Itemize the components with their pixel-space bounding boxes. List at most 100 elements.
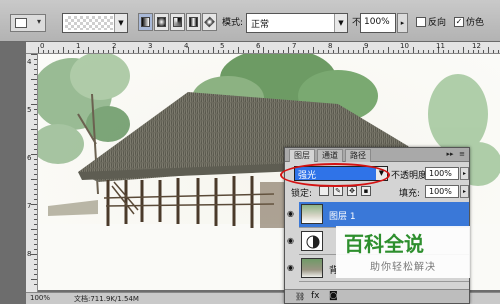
chevron-down-icon[interactable]: ▼: [114, 14, 127, 32]
baike-logo: 百科全说: [344, 232, 424, 254]
fill-arrow-button[interactable]: ▸: [460, 185, 469, 198]
angle-gradient-button[interactable]: [170, 13, 185, 31]
ruler-tick: [34, 74, 37, 75]
ruler-tick: [448, 50, 449, 53]
collapse-icon[interactable]: ▸▸: [445, 150, 455, 159]
ruler-tick: [243, 50, 244, 53]
visibility-eye-icon[interactable]: ◉: [287, 237, 297, 245]
ruler-tick: [163, 47, 164, 53]
ruler-tick: [253, 50, 254, 53]
reverse-checkbox[interactable]: [416, 17, 426, 27]
ruler-tick: [368, 50, 369, 53]
ruler-tick: [308, 50, 309, 53]
tab-layers[interactable]: 图层: [289, 149, 315, 162]
ruler-tick: [34, 249, 37, 250]
radial-gradient-icon: [157, 17, 166, 27]
ruler-tick: [263, 47, 264, 53]
ruler-tick: [213, 47, 214, 53]
fill-label: 填充:: [399, 189, 421, 199]
dither-checkbox[interactable]: ✓: [454, 17, 464, 27]
opacity-arrow-button[interactable]: ▸: [397, 13, 408, 33]
panel-menu-icon[interactable]: ≡: [457, 150, 467, 159]
ruler-number: 5: [27, 106, 32, 114]
layer-style-icon[interactable]: fx: [311, 291, 320, 301]
ruler-tick: [463, 47, 464, 53]
ruler-tick: [34, 194, 37, 195]
ruler-tick: [143, 50, 144, 53]
watermark: 百科全说 助你轻松解决: [336, 226, 470, 278]
ruler-tick: [348, 50, 349, 53]
mode-select[interactable]: 正常 ▼: [246, 13, 348, 33]
linear-gradient-button[interactable]: [138, 13, 153, 31]
ruler-tick: [153, 50, 154, 53]
diamond-gradient-button[interactable]: [202, 13, 217, 31]
ruler-tick: [34, 134, 37, 135]
ruler-tick: [34, 264, 37, 265]
tool-preset-picker[interactable]: ▾: [10, 14, 46, 32]
ruler-tick: [248, 50, 249, 53]
add-mask-icon[interactable]: ◙: [329, 291, 338, 301]
link-layers-icon[interactable]: ⛓: [295, 292, 305, 301]
vertical-ruler: 4 5 6 7 8: [26, 54, 38, 292]
layer-row[interactable]: ◉ 图层 1: [287, 202, 469, 228]
reflected-gradient-icon: [189, 17, 198, 27]
ruler-tick: [38, 47, 39, 53]
ruler-tick: [473, 50, 474, 53]
ruler-tick: [83, 50, 84, 53]
ruler-tick: [34, 269, 37, 270]
ruler-tick: [123, 50, 124, 53]
gradient-picker[interactable]: ▼: [62, 13, 128, 33]
ruler-tick: [298, 50, 299, 53]
ruler-tick: [31, 254, 37, 255]
ruler-tick: [453, 50, 454, 53]
ruler-tick: [34, 259, 37, 260]
dither-label: 仿色: [466, 18, 485, 28]
layer-opacity-input[interactable]: 100%: [425, 167, 459, 180]
ruler-tick: [34, 214, 37, 215]
ruler-tick: [34, 144, 37, 145]
ruler-tick: [31, 179, 37, 180]
ruler-tick: [283, 50, 284, 53]
ruler-tick: [413, 47, 414, 53]
lock-paint-icon[interactable]: ✎: [333, 186, 343, 196]
ruler-number: 10: [400, 42, 409, 50]
ruler-tick: [148, 50, 149, 53]
ruler-tick: [34, 109, 37, 110]
visibility-eye-icon[interactable]: ◉: [287, 264, 297, 272]
fill-input[interactable]: 100%: [425, 185, 459, 198]
ruler-tick: [488, 47, 489, 53]
ruler-tick: [383, 50, 384, 53]
watermark-subtitle: 助你轻松解决: [370, 262, 436, 273]
tab-channels[interactable]: 通道: [317, 149, 343, 162]
ruler-tick: [498, 50, 499, 53]
ruler-tick: [393, 50, 394, 53]
ruler-tick: [198, 50, 199, 53]
ruler-tick: [93, 50, 94, 53]
ruler-tick: [398, 50, 399, 53]
ruler-tick: [293, 50, 294, 53]
reflected-gradient-button[interactable]: [186, 13, 201, 31]
tab-paths[interactable]: 路径: [345, 149, 371, 162]
ruler-tick: [178, 50, 179, 53]
opacity-input[interactable]: 100%: [360, 13, 396, 33]
options-bar: ▾ ▼ 模式: 正常 ▼ 不透明度: 100% ▸ 反向 ✓ 仿色: [0, 0, 500, 42]
ruler-tick: [403, 50, 404, 53]
ruler-tick: [218, 50, 219, 53]
ruler-tick: [168, 50, 169, 53]
ruler-tick: [34, 189, 37, 190]
radial-gradient-button[interactable]: [154, 13, 169, 31]
lock-all-icon[interactable]: ▪: [361, 186, 371, 196]
ruler-number: 3: [148, 42, 153, 50]
visibility-eye-icon[interactable]: ◉: [287, 210, 297, 218]
horizontal-ruler: 0 1 2 3 4 5 6 7 8 9 10 11 12: [26, 42, 500, 54]
linear-gradient-icon: [141, 17, 150, 27]
ruler-tick: [73, 50, 74, 53]
zoom-level[interactable]: 100%: [30, 294, 50, 302]
ruler-tick: [373, 50, 374, 53]
ruler-tick: [458, 50, 459, 53]
chevron-down-icon: ▼: [334, 14, 347, 32]
opacity-arrow-button[interactable]: ▸: [460, 167, 469, 180]
gradient-tool-icon: [15, 18, 27, 28]
lock-transparency-icon[interactable]: [319, 186, 329, 196]
lock-move-icon[interactable]: ✥: [347, 186, 357, 196]
